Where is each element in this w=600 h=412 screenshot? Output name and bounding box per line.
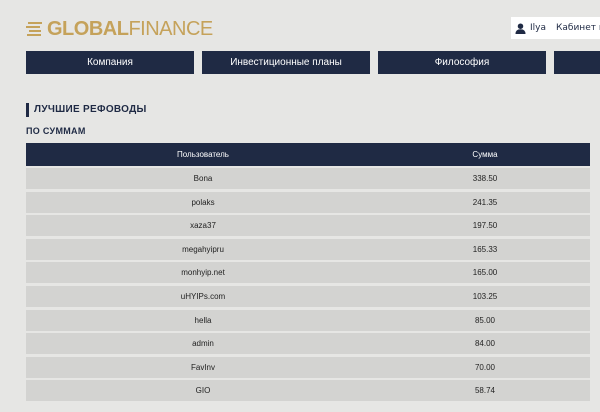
cell-user: GIO (195, 386, 211, 396)
logo[interactable]: GLOBALFINANCE (26, 18, 213, 40)
header-user: Пользователь (177, 150, 229, 159)
cabinet-link[interactable]: Кабинет и (556, 23, 600, 33)
top-referrers-table: Пользователь Сумма Bona 338.50 polaks 241.… (26, 143, 590, 402)
cell-user: megahyipru (182, 244, 224, 254)
logo-text: GLOBALFINANCE (47, 19, 213, 39)
table-row: megahyipru 165.33 (26, 238, 590, 260)
table-body: Bona 338.50 polaks 241.35 xaza37 197.50 meg… (26, 168, 590, 402)
table-row: hella 85.00 (26, 309, 590, 331)
user-icon (515, 22, 526, 34)
cell-user: Bona (193, 174, 213, 183)
cell-sum: 165.00 (472, 268, 498, 278)
cell-user: FavInv (190, 362, 215, 372)
cell-sum: 85.00 (474, 315, 496, 325)
table-row: xaza37 197.50 (26, 215, 590, 237)
logo-stripes-icon (26, 22, 42, 36)
user-name[interactable]: Ilya (530, 23, 546, 33)
logo-text-finance: FINANCE (128, 18, 213, 40)
nav-more[interactable] (554, 51, 600, 74)
cell-sum: 84.00 (474, 339, 496, 349)
nav-company[interactable]: Компания (26, 51, 194, 74)
cell-user: xaza37 (190, 221, 216, 231)
cell-sum: 103.25 (472, 291, 498, 301)
page-title: ЛУЧШИЕ РЕФОВОДЫ (26, 103, 147, 117)
cell-sum: 58.74 (474, 386, 496, 396)
cell-user: uHYIPs.com (180, 291, 226, 301)
cell-sum: 165.33 (472, 244, 498, 254)
table-header: Пользователь Сумма (26, 143, 590, 166)
table-row: admin 84.00 (26, 333, 590, 355)
table-row: FavInv 70.00 (26, 356, 590, 378)
cell-user: admin (192, 339, 214, 349)
cell-sum: 338.50 (472, 174, 498, 183)
nav-philosophy[interactable]: Философия (378, 51, 546, 74)
cell-user: monhyip.net (181, 268, 225, 278)
table-row: uHYIPs.com 103.25 (26, 285, 590, 307)
table-row: polaks 241.35 (26, 191, 590, 213)
cell-sum: 70.00 (474, 362, 496, 372)
main-nav: Компания Инвестиционные планы Философия (0, 51, 600, 74)
table-row: monhyip.net 165.00 (26, 262, 590, 284)
table-row: Bona 338.50 (26, 168, 590, 189)
table-row: GIO 58.74 (26, 380, 590, 402)
section-subtitle: ПО СУММАМ (26, 126, 86, 136)
cell-sum: 241.35 (472, 197, 498, 207)
cell-user: hella (194, 315, 212, 325)
cell-user: polaks (191, 197, 215, 207)
user-box[interactable]: Ilya Кабинет и (511, 17, 600, 39)
logo-text-global: GLOBAL (47, 18, 129, 40)
cell-sum: 197.50 (472, 221, 498, 231)
nav-investment-plans[interactable]: Инвестиционные планы (202, 51, 370, 74)
header-sum: Сумма (472, 150, 498, 159)
